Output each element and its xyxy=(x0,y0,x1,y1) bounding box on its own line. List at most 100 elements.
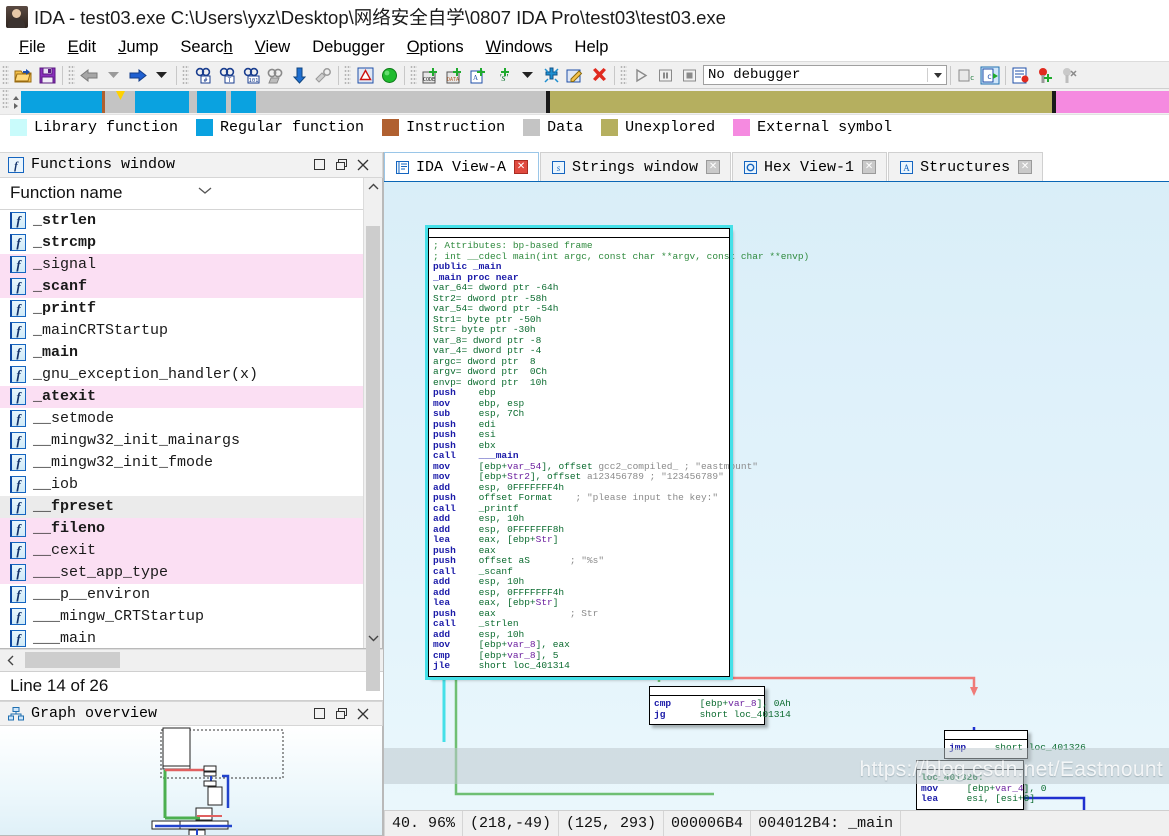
table-row[interactable]: f __iob xyxy=(0,474,363,496)
navband-arrows[interactable] xyxy=(11,89,21,114)
maximize-icon[interactable] xyxy=(330,704,352,724)
navband-strip[interactable] xyxy=(21,91,1169,113)
maximize-icon[interactable] xyxy=(330,155,352,175)
functions-vertical-scrollbar[interactable] xyxy=(363,177,382,691)
table-row[interactable]: f ___main xyxy=(0,628,363,648)
navigation-band[interactable] xyxy=(0,89,1169,115)
debugger-dropdown[interactable]: No debugger xyxy=(703,65,947,85)
search-toolbar-grip[interactable] xyxy=(182,65,189,85)
navband-segment[interactable] xyxy=(196,91,227,113)
debug-stop-icon[interactable] xyxy=(678,64,700,86)
menu-bar[interactable]: File Edit Jump Search View Debugger Opti… xyxy=(0,34,1169,61)
nav-forward-dropdown-icon[interactable] xyxy=(150,64,172,86)
menu-jump[interactable]: Jump xyxy=(107,38,169,57)
make-struct-icon[interactable] xyxy=(540,64,562,86)
create-toolbar-grip[interactable] xyxy=(410,65,417,85)
run-to-cursor-icon[interactable]: c xyxy=(979,64,1001,86)
run-green-icon[interactable] xyxy=(378,64,400,86)
marks-toolbar-grip[interactable] xyxy=(344,65,351,85)
nav-back-icon[interactable] xyxy=(78,64,100,86)
menu-file[interactable]: File xyxy=(8,38,57,57)
navband-segment[interactable] xyxy=(134,91,189,113)
delete-icon[interactable] xyxy=(588,64,610,86)
nav-toolbar-grip[interactable] xyxy=(68,65,75,85)
del-breakpoint-icon[interactable] xyxy=(1058,64,1080,86)
tab-hex-view-1[interactable]: Hex View-1 ✕ xyxy=(732,152,888,181)
menu-help[interactable]: Help xyxy=(564,38,620,57)
nav-back-dropdown-icon[interactable] xyxy=(102,64,124,86)
functions-horizontal-scrollbar[interactable] xyxy=(0,648,383,671)
table-row[interactable]: f __fpreset xyxy=(0,495,363,518)
restore-icon[interactable] xyxy=(308,704,330,724)
attach-process-icon[interactable]: c xyxy=(955,64,977,86)
rename-icon[interactable] xyxy=(564,64,586,86)
navband-segment[interactable] xyxy=(230,91,257,113)
close-icon[interactable]: ✕ xyxy=(1018,160,1033,174)
table-row[interactable]: f _printf xyxy=(0,298,363,320)
navband-grip[interactable] xyxy=(2,89,9,109)
undefine-icon[interactable] xyxy=(312,64,334,86)
menu-search[interactable]: Search xyxy=(169,38,243,57)
table-row[interactable]: f _strcmp xyxy=(0,232,363,254)
table-row[interactable]: f _gnu_exception_handler(x) xyxy=(0,364,363,386)
table-row[interactable]: f __mingw32_init_fmode xyxy=(0,452,363,474)
make-code-icon[interactable]: CODE xyxy=(420,64,442,86)
menu-view[interactable]: View xyxy=(244,38,301,57)
add-breakpoint-icon[interactable] xyxy=(1034,64,1056,86)
navband-segment[interactable] xyxy=(256,91,546,113)
table-row[interactable]: f __fileno xyxy=(0,517,363,540)
horizontal-scroll-thumb[interactable] xyxy=(25,652,120,669)
function-name-column-header[interactable]: Function name xyxy=(0,177,363,210)
debug-toolbar-grip[interactable] xyxy=(620,65,627,85)
navband-segment[interactable] xyxy=(188,91,197,113)
navband-segment[interactable] xyxy=(1056,91,1169,113)
tab-structures[interactable]: A Structures ✕ xyxy=(888,152,1044,181)
table-row[interactable]: f ___mingw_CRTStartup xyxy=(0,606,363,628)
warning-icon[interactable] xyxy=(354,64,376,86)
scroll-down-icon[interactable] xyxy=(364,630,382,648)
close-icon[interactable]: ✕ xyxy=(706,160,721,174)
toolbar-grip[interactable] xyxy=(2,65,9,85)
table-row[interactable]: f ___p__environ xyxy=(0,584,363,606)
graph-view-canvas[interactable]: ; Attributes: bp-based frame; int __cdec… xyxy=(384,182,1169,810)
table-row[interactable]: f __setmode xyxy=(0,408,363,430)
function-rows[interactable]: f _strlen f _strcmp f _signal f _scanf f _printf f… xyxy=(0,210,363,648)
navband-segment[interactable] xyxy=(21,91,103,113)
graph-node-cmp-block[interactable]: cmp [ebp+var_8], 0Ah jg short loc_401314 xyxy=(649,686,791,725)
menu-edit[interactable]: Edit xyxy=(57,38,107,57)
make-string-icon[interactable]: 's' xyxy=(492,64,514,86)
table-row[interactable]: f _main xyxy=(0,342,363,364)
jump-down-icon[interactable] xyxy=(288,64,310,86)
navband-segment[interactable] xyxy=(549,91,1053,113)
table-row[interactable]: f _strlen xyxy=(0,210,363,232)
search-binary-icon[interactable] xyxy=(264,64,286,86)
graph-overview-canvas[interactable] xyxy=(0,726,383,836)
tab-strings-window[interactable]: s Strings window ✕ xyxy=(540,152,732,181)
menu-windows[interactable]: Windows xyxy=(475,38,564,57)
search-hex-icon[interactable]: # xyxy=(192,64,214,86)
restore-icon[interactable] xyxy=(308,155,330,175)
scroll-left-icon[interactable] xyxy=(0,655,20,666)
debug-pause-icon[interactable] xyxy=(654,64,676,86)
string-dropdown-icon[interactable] xyxy=(516,64,538,86)
search-text-icon[interactable]: T xyxy=(216,64,238,86)
table-row[interactable]: f _scanf xyxy=(0,275,363,298)
menu-debugger[interactable]: Debugger xyxy=(301,38,396,57)
close-icon[interactable]: ✕ xyxy=(514,160,529,174)
functions-list[interactable]: Function name f _strlen f _strcmp f _signal f _… xyxy=(0,177,363,648)
new-breakpoint-list-icon[interactable] xyxy=(1010,64,1032,86)
tab-ida-view-a[interactable]: IDA View-A ✕ xyxy=(384,152,540,181)
search-sequence-icon[interactable]: 101 xyxy=(240,64,262,86)
debug-run-icon[interactable] xyxy=(630,64,652,86)
table-row[interactable]: f _mainCRTStartup xyxy=(0,320,363,342)
save-icon[interactable] xyxy=(36,64,58,86)
table-row[interactable]: f ___set_app_type xyxy=(0,561,363,584)
scroll-up-icon[interactable] xyxy=(364,178,382,196)
table-row[interactable]: f _signal xyxy=(0,253,363,276)
table-row[interactable]: f __mingw32_init_mainargs xyxy=(0,430,363,452)
open-file-icon[interactable] xyxy=(12,64,34,86)
make-array-icon[interactable]: A xyxy=(468,64,490,86)
table-row[interactable]: f __cexit xyxy=(0,539,363,562)
nav-forward-icon[interactable] xyxy=(126,64,148,86)
menu-options[interactable]: Options xyxy=(396,38,475,57)
